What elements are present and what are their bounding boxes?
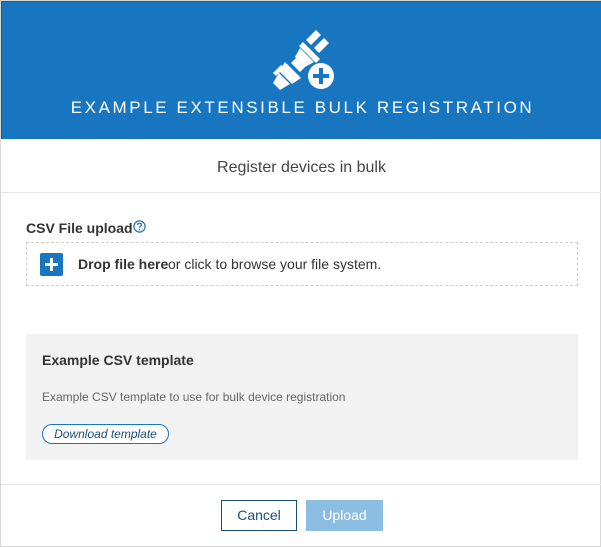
dialog-subtitle: Register devices in bulk (217, 159, 386, 176)
plug-add-icon (273, 30, 334, 90)
csv-upload-label: CSV File upload (26, 220, 133, 236)
download-template-button[interactable]: Download template (42, 424, 169, 444)
add-file-icon[interactable] (40, 253, 63, 276)
upload-button[interactable]: Upload (306, 500, 383, 531)
dialog-header: EXAMPLE EXTENSIBLE BULK REGISTRATION (1, 1, 601, 139)
question-circle-icon[interactable] (133, 220, 146, 233)
dialog-title: EXAMPLE EXTENSIBLE BULK REGISTRATION (70, 98, 535, 117)
dropzone-primary-text[interactable]: Drop file here (78, 256, 168, 272)
template-description: Example CSV template to use for bulk dev… (42, 390, 346, 404)
dropzone-secondary-text[interactable]: or click to browse your file system. (168, 256, 381, 272)
dialog-footer (1, 484, 601, 547)
bulk-registration-dialog: EXAMPLE EXTENSIBLE BULK REGISTRATION Reg… (0, 0, 601, 547)
template-title: Example CSV template (42, 352, 194, 368)
cancel-button[interactable]: Cancel (221, 500, 297, 531)
